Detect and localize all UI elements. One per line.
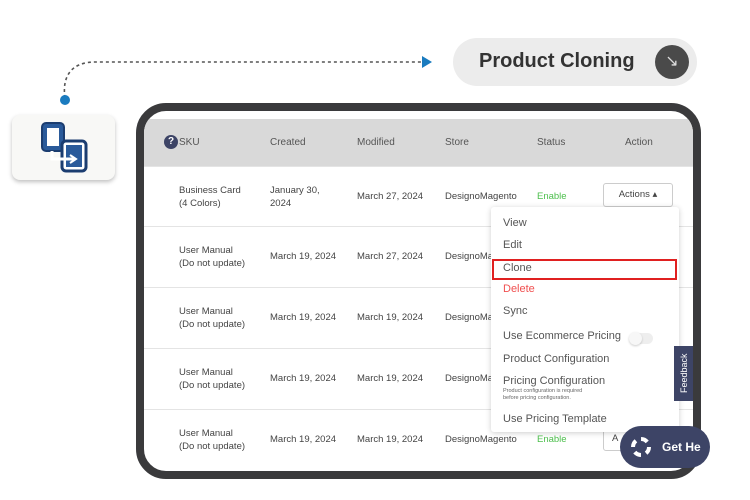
cell-created: January 30, 2024 [270, 185, 320, 209]
menu-item-view[interactable]: View [503, 217, 527, 229]
pricing-note: Product configuration is required before … [503, 388, 583, 401]
cell-created: March 19, 2024 [270, 312, 337, 323]
menu-item-edit[interactable]: Edit [503, 239, 522, 251]
clone-icon [41, 122, 88, 173]
cell-created: March 19, 2024 [270, 251, 337, 262]
cell-sku: Business Card (4 Colors) [179, 185, 241, 209]
menu-item-product-configuration[interactable]: Product Configuration [503, 353, 609, 365]
header-store[interactable]: Store [445, 137, 469, 148]
cell-sku: User Manual (Do not update) [179, 245, 246, 269]
cell-store: DesignoMa [445, 373, 494, 384]
status-badge: Enable [537, 434, 567, 445]
header-modified[interactable]: Modified [357, 137, 395, 148]
menu-item-pricing-configuration[interactable]: Pricing Configuration [503, 375, 605, 387]
cell-store: DesignoMa [445, 312, 494, 323]
help-icon[interactable]: ? [164, 135, 178, 149]
cell-store: DesignoMa [445, 251, 494, 262]
cell-sku: User Manual (Do not update) [179, 306, 246, 330]
get-help-label: Get He [662, 440, 701, 454]
cell-created: March 19, 2024 [270, 434, 337, 445]
product-cloning-banner: Product Cloning ↘ [453, 38, 697, 86]
feedback-tab[interactable]: Feedback [674, 346, 693, 401]
cell-modified: March 27, 2024 [357, 251, 424, 262]
cell-modified: March 27, 2024 [357, 191, 424, 202]
cell-sku: User Manual (Do not update) [179, 367, 246, 391]
actions-dropdown-button[interactable]: Actions ▴ [603, 183, 673, 207]
menu-item-delete[interactable]: Delete [503, 283, 535, 295]
cell-modified: March 19, 2024 [357, 373, 424, 384]
cell-sku: User Manual (Do not update) [179, 428, 246, 452]
ecommerce-pricing-toggle[interactable] [629, 332, 653, 345]
arrow-down-right-icon[interactable]: ↘ [655, 45, 689, 79]
cell-created: March 19, 2024 [270, 373, 337, 384]
header-status[interactable]: Status [537, 137, 565, 148]
banner-title: Product Cloning [479, 50, 635, 72]
menu-item-sync[interactable]: Sync [503, 305, 527, 317]
get-help-button[interactable]: Get He [620, 426, 710, 468]
connector-dot [60, 95, 70, 105]
cell-modified: March 19, 2024 [357, 434, 424, 445]
header-action: Action [625, 137, 653, 148]
menu-item-use-pricing-template[interactable]: Use Pricing Template [503, 413, 607, 425]
cell-store: DesignoMagento [445, 434, 517, 445]
menu-item-clone[interactable]: Clone [503, 262, 532, 274]
status-badge: Enable [537, 191, 567, 202]
cell-store: DesignoMagento [445, 191, 517, 202]
header-sku[interactable]: SKU [179, 137, 200, 148]
cell-modified: March 19, 2024 [357, 312, 424, 323]
actions-label: Actions [618, 189, 650, 200]
actions-menu: View Edit Clone Delete Sync Use Ecommerc… [491, 207, 679, 432]
table-header [144, 119, 693, 166]
arrow-head-icon [422, 56, 432, 68]
header-created[interactable]: Created [270, 137, 306, 148]
lifebuoy-icon [631, 437, 651, 457]
device-frame: ? SKU Created Modified Store Status Acti… [136, 103, 701, 479]
clone-feature-icon-card [12, 115, 115, 180]
menu-item-use-ecommerce-pricing[interactable]: Use Ecommerce Pricing [503, 330, 621, 342]
